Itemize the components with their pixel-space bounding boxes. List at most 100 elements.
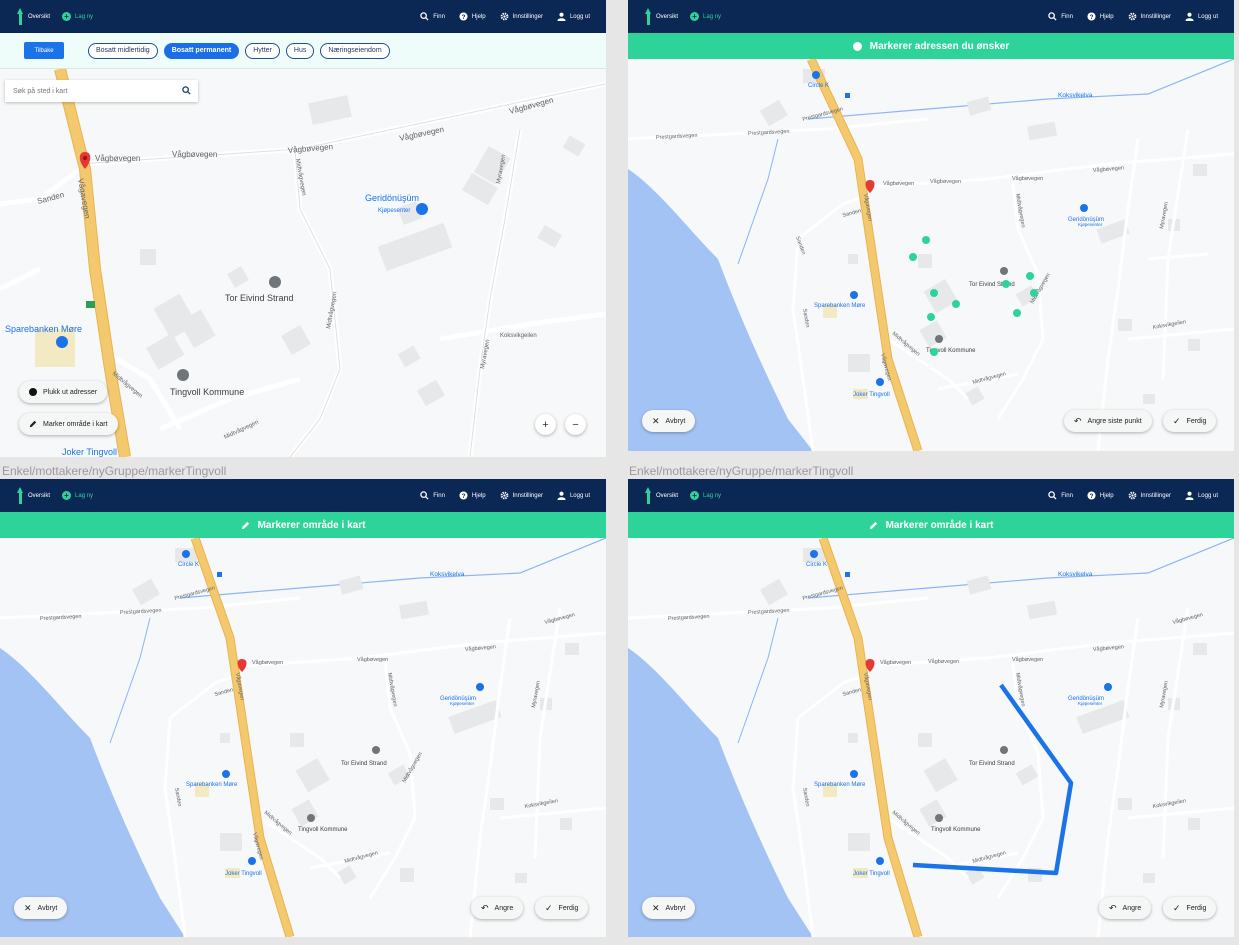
svg-text:Tor Eivind Strand: Tor Eivind Strand [341, 761, 387, 767]
nav-overview[interactable]: Oversikt [645, 8, 678, 25]
nav-overview[interactable]: Oversikt [17, 487, 50, 504]
panel-mark-area-drawing: Koksvikelva Prestgardsvegen Prestgardsve… [628, 479, 1234, 937]
svg-text:Sparebanken Møre: Sparebanken Møre [186, 782, 238, 788]
nav-overview[interactable]: Oversikt [17, 8, 50, 25]
chip-naeringseiendom[interactable]: Næringseiendom [320, 42, 390, 59]
svg-text:Vågbøvegen: Vågbøvegen [172, 150, 217, 159]
nav-settings[interactable]: Innstillinger [1128, 491, 1171, 500]
top-nav: Oversikt + Lag ny Finn ? Hjelp Innstilli… [0, 0, 606, 33]
nav-logout[interactable]: Logg ut [557, 491, 590, 500]
done-button[interactable]: ✓ Ferdig [535, 897, 589, 919]
nav-settings[interactable]: Innstillinger [1128, 12, 1171, 21]
back-button[interactable]: Tilbake [24, 42, 64, 59]
nav-new[interactable]: + Lag ny [690, 491, 721, 500]
map-view[interactable]: Koksvikelva Prestgardsvegen Prestgardsve… [628, 538, 1234, 937]
cancel-button[interactable]: ✕ Avbryt [14, 897, 68, 919]
nav-help[interactable]: ? Hjelp [1087, 12, 1114, 21]
svg-text:Geridönüşüm: Geridönüşüm [365, 193, 419, 203]
pencil-icon [869, 521, 877, 529]
mode-banner: Markerer adressen du ønsker [628, 33, 1234, 59]
nav-help[interactable]: ? Hjelp [459, 12, 486, 21]
svg-text:Sparebanken Møre: Sparebanken Møre [5, 324, 82, 334]
cancel-button[interactable]: ✕ Avbryt [642, 897, 696, 919]
mode-banner: Markerer område i kart [628, 512, 1234, 538]
nav-help[interactable]: ? Hjelp [459, 491, 486, 500]
pick-addresses-button[interactable]: Plukk ut adresser [19, 381, 108, 403]
close-icon: ✕ [652, 415, 660, 426]
nav-find[interactable]: Finn [420, 491, 445, 500]
map-search-input[interactable]: Søk på sted i kart [5, 80, 198, 102]
gear-icon [1128, 12, 1136, 21]
svg-text:Kjøpesenter: Kjøpesenter [450, 701, 475, 706]
dot-icon [852, 41, 862, 51]
logo-icon [645, 8, 652, 25]
check-icon: ✓ [1173, 902, 1181, 913]
plus-icon: + [690, 12, 700, 21]
done-button[interactable]: ✓ Ferdig [1163, 410, 1217, 432]
help-icon: ? [459, 12, 468, 21]
svg-text:Joker Tingvoll: Joker Tingvoll [62, 447, 117, 457]
nav-logout[interactable]: Logg ut [557, 12, 590, 21]
zoom-in-button[interactable]: + [535, 414, 556, 435]
chip-hus[interactable]: Hus [285, 42, 315, 59]
svg-text:Vågbøvegen: Vågbøvegen [880, 659, 911, 666]
check-icon: ✓ [1173, 415, 1181, 426]
nav-find[interactable]: Finn [1048, 491, 1073, 500]
logo-icon [17, 487, 24, 504]
nav-help[interactable]: ? Hjelp [1087, 491, 1114, 500]
svg-text:Tingvoll Kommune: Tingvoll Kommune [298, 827, 348, 833]
help-icon: ? [1087, 491, 1096, 500]
panel-pick-addresses: Koksvikelva Prestgardsvegen Prestgardsve… [628, 0, 1234, 451]
plus-icon: + [690, 491, 700, 500]
nav-new[interactable]: + Lag ny [690, 12, 721, 21]
nav-find[interactable]: Finn [1048, 12, 1073, 21]
svg-text:Vågbøvegen: Vågbøvegen [883, 180, 914, 187]
svg-text:Joker Tingvoll: Joker Tingvoll [853, 392, 890, 398]
close-icon: ✕ [652, 902, 660, 913]
svg-text:Vågbøvegen: Vågbøvegen [930, 178, 961, 185]
nav-settings[interactable]: Innstillinger [500, 12, 543, 21]
street-label: Vågbøvegen [95, 154, 140, 163]
close-icon: ✕ [24, 902, 32, 913]
svg-text:Vågbøvegen: Vågbøvegen [1012, 656, 1043, 663]
svg-text:Kjøpesenter: Kjøpesenter [1078, 701, 1103, 706]
undo-icon: ↶ [1109, 902, 1117, 913]
undo-icon: ↶ [1074, 415, 1082, 426]
mark-area-button[interactable]: Marker område i kart [19, 413, 118, 435]
svg-text:Kjøpesenter: Kjøpesenter [1078, 222, 1103, 227]
undo-last-point-button[interactable]: ↶ Angre siste punkt [1064, 410, 1152, 432]
nav-new[interactable]: + Lag ny [62, 491, 93, 500]
undo-button[interactable]: ↶ Angre [471, 897, 524, 919]
chip-bosatt-midlertidig[interactable]: Bosatt midlertidig [88, 42, 158, 59]
top-nav: Oversikt + Lag ny Finn ? Hjelp Innstilli… [0, 479, 606, 512]
logo-icon [645, 487, 652, 504]
svg-text:?: ? [461, 14, 465, 21]
undo-icon: ↶ [481, 902, 489, 913]
frame-caption: Enkel/mottakere/nyGruppe/markerTingvoll [629, 464, 854, 478]
nav-find[interactable]: Finn [420, 12, 445, 21]
svg-text:Vågbøvegen: Vågbøvegen [928, 658, 959, 665]
svg-text:Koksvikelva: Koksvikelva [430, 571, 465, 578]
map-view[interactable]: Koksvikelva Prestgardsvegen Prestgardsve… [0, 538, 606, 937]
nav-settings[interactable]: Innstillinger [500, 491, 543, 500]
undo-button[interactable]: ↶ Angre [1099, 897, 1152, 919]
logo-icon [17, 8, 24, 25]
svg-text:Koksvikelva: Koksvikelva [1058, 571, 1093, 578]
svg-text:Tingvoll Kommune: Tingvoll Kommune [931, 827, 981, 833]
chip-hytter[interactable]: Hytter [245, 42, 280, 59]
svg-text:Circle K: Circle K [806, 562, 827, 568]
done-button[interactable]: ✓ Ferdig [1163, 897, 1217, 919]
map-view[interactable]: Koksvikelva Prestgardsvegen Prestgardsve… [628, 59, 1234, 451]
cancel-button[interactable]: ✕ Avbryt [642, 410, 696, 432]
nav-overview[interactable]: Oversikt [645, 487, 678, 504]
nav-logout[interactable]: Logg ut [1185, 491, 1218, 500]
user-icon [557, 491, 566, 500]
top-nav: Oversikt + Lag ny Finn ? Hjelp Innstilli… [628, 0, 1234, 33]
nav-new[interactable]: + Lag ny [62, 12, 93, 21]
search-icon [1048, 12, 1057, 21]
chip-bosatt-permanent[interactable]: Bosatt permanent [163, 42, 240, 59]
nav-logout[interactable]: Logg ut [1185, 12, 1218, 21]
zoom-out-button[interactable]: − [565, 414, 586, 435]
svg-text:?: ? [1089, 493, 1093, 500]
svg-text:Joker Tingvoll: Joker Tingvoll [853, 871, 890, 877]
